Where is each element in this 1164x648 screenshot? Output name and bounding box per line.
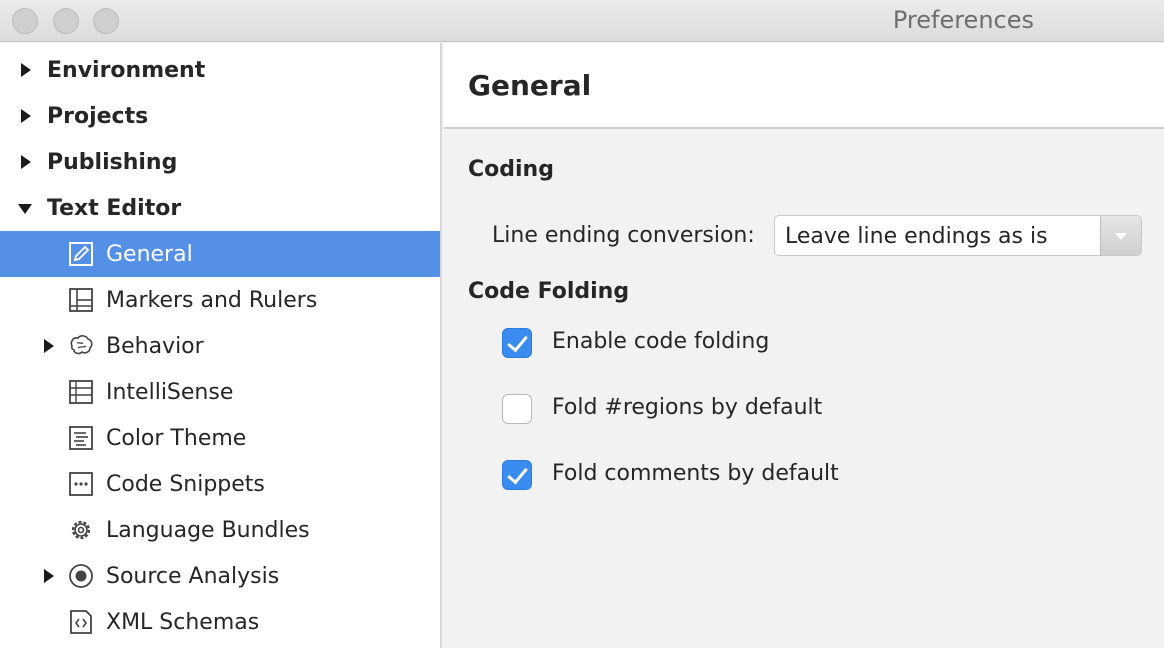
expand-arrow-icon[interactable] (21, 109, 31, 123)
window-title: Preferences (892, 6, 1034, 34)
sidebar-item-label: Language Bundles (106, 517, 310, 543)
settings-pane: General Coding Line ending conversion: L… (444, 43, 1164, 648)
grid-icon (69, 288, 93, 312)
expand-arrow-icon[interactable] (44, 339, 54, 353)
snippet-icon (69, 472, 93, 496)
sidebar-item-label: Source Analysis (106, 563, 280, 589)
sidebar-item-label: Publishing (47, 149, 178, 175)
checkbox-label: Enable code folding (552, 329, 770, 354)
sidebar-item-behavior[interactable]: Behavior (0, 323, 440, 369)
fold-comments-checkbox[interactable] (502, 460, 532, 490)
checkbox-label: Fold #regions by default (552, 395, 823, 420)
target-icon (69, 564, 93, 588)
close-window-button[interactable] (12, 8, 38, 34)
sidebar-item-label: General (106, 241, 193, 267)
list-icon (69, 380, 93, 404)
sidebar-item-label: XML Schemas (106, 609, 260, 635)
page-title: General (468, 69, 592, 102)
sidebar-item-label: Color Theme (106, 425, 247, 451)
sidebar-item-label: Behavior (106, 333, 204, 359)
expand-arrow-icon[interactable] (21, 63, 31, 77)
document-lines-icon (69, 426, 93, 450)
brain-icon (70, 335, 93, 355)
pencil-icon (69, 242, 93, 266)
collapse-arrow-icon[interactable] (18, 204, 32, 214)
sidebar-item-xml-schemas[interactable]: XML Schemas (0, 599, 440, 645)
pane-header: General (444, 43, 1164, 129)
section-heading-coding: Coding (468, 157, 554, 182)
sidebar-item-intellisense[interactable]: IntelliSense (0, 369, 440, 415)
minimize-window-button[interactable] (53, 8, 79, 34)
line-ending-value: Leave line endings as is (785, 224, 1048, 249)
sidebar-item-color-theme[interactable]: Color Theme (0, 415, 440, 461)
sidebar-item-label: Environment (47, 57, 206, 83)
sidebar-item-general[interactable]: General (0, 231, 440, 277)
sidebar-item-publishing[interactable]: Publishing (0, 139, 440, 185)
sidebar-item-projects[interactable]: Projects (0, 93, 440, 139)
sidebar-item-label: Projects (47, 103, 149, 129)
preferences-sidebar: Environment Projects Publishing Text Edi… (0, 43, 442, 648)
expand-arrow-icon[interactable] (21, 155, 31, 169)
sidebar-item-source-analysis[interactable]: Source Analysis (0, 553, 440, 599)
sidebar-item-label: Text Editor (47, 195, 182, 221)
line-ending-select[interactable]: Leave line endings as is (774, 215, 1142, 256)
gear-icon (71, 520, 91, 540)
sidebar-item-label: Markers and Rulers (106, 287, 318, 313)
code-file-icon (70, 610, 92, 634)
sidebar-item-label: Code Snippets (106, 471, 265, 497)
section-heading-code-folding: Code Folding (468, 279, 630, 304)
fold-regions-checkbox[interactable] (502, 394, 532, 424)
line-ending-label: Line ending conversion: (492, 223, 755, 248)
sidebar-item-code-snippets[interactable]: Code Snippets (0, 461, 440, 507)
chevron-down-icon[interactable] (1100, 216, 1141, 255)
checkbox-label: Fold comments by default (552, 461, 839, 486)
sidebar-item-text-editor[interactable]: Text Editor (0, 185, 440, 231)
sidebar-item-environment[interactable]: Environment (0, 47, 440, 93)
sidebar-item-markers-and-rulers[interactable]: Markers and Rulers (0, 277, 440, 323)
enable-code-folding-checkbox[interactable] (502, 328, 532, 358)
sidebar-item-label: IntelliSense (106, 379, 234, 405)
zoom-window-button[interactable] (93, 8, 119, 34)
expand-arrow-icon[interactable] (44, 569, 54, 583)
title-bar: Preferences (0, 0, 1164, 42)
sidebar-item-language-bundles[interactable]: Language Bundles (0, 507, 440, 553)
